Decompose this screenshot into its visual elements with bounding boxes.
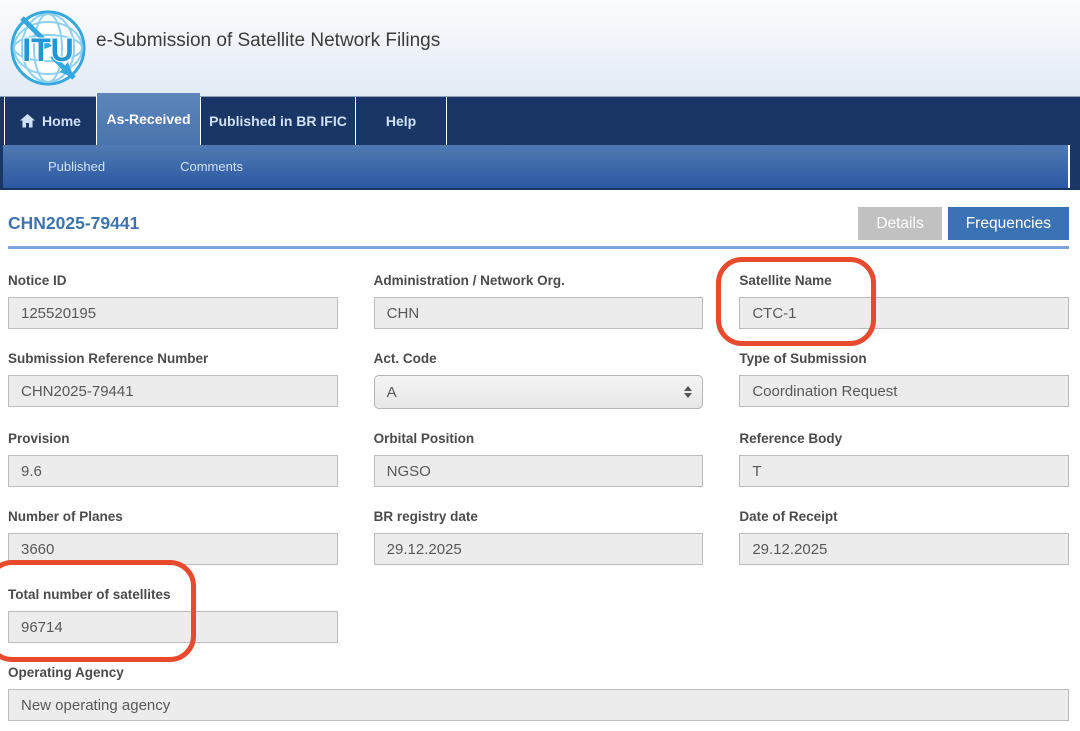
title-separator bbox=[8, 246, 1069, 249]
operating-agency-input[interactable] bbox=[8, 689, 1069, 721]
field-operating-agency: Operating Agency bbox=[8, 665, 1069, 721]
page-title: CHN2025-79441 bbox=[8, 213, 139, 234]
app-title: e-Submission of Satellite Network Filing… bbox=[96, 30, 440, 52]
home-icon bbox=[20, 114, 35, 128]
field-label: Date of Receipt bbox=[739, 509, 1069, 524]
field-label: Orbital Position bbox=[374, 431, 704, 446]
svg-text:ITU: ITU bbox=[22, 32, 74, 68]
orbital-position-input[interactable] bbox=[374, 455, 704, 487]
type-of-submission-input[interactable] bbox=[739, 375, 1069, 407]
field-reference-body: Reference Body bbox=[739, 431, 1069, 487]
notice-id-input[interactable] bbox=[8, 297, 338, 329]
satellite-name-input[interactable] bbox=[739, 297, 1069, 329]
app-header: ITU e-Submission of Satellite Network Fi… bbox=[0, 0, 1080, 97]
field-label: Operating Agency bbox=[8, 665, 1069, 680]
field-label: Type of Submission bbox=[739, 351, 1069, 366]
tab-help[interactable]: Help bbox=[355, 97, 447, 145]
sub-nav-panel: Published Comments bbox=[3, 145, 1070, 188]
field-number-of-planes: Number of Planes bbox=[8, 509, 338, 565]
tab-label: Home bbox=[42, 113, 81, 129]
action-buttons: Details Frequencies bbox=[858, 207, 1069, 240]
select-arrows-icon bbox=[684, 386, 692, 398]
tab-home[interactable]: Home bbox=[4, 97, 96, 145]
field-label: BR registry date bbox=[374, 509, 704, 524]
form-row: Operating Agency bbox=[8, 665, 1069, 721]
sub-nav: Published Comments bbox=[0, 145, 1080, 190]
form-row: Number of Planes BR registry date Date o… bbox=[8, 509, 1069, 565]
administration-input[interactable] bbox=[374, 297, 704, 329]
field-label: Satellite Name bbox=[739, 273, 1069, 288]
tab-label: Help bbox=[386, 113, 416, 129]
form-row: Submission Reference Number Act. Code A … bbox=[8, 351, 1069, 409]
act-code-value: A bbox=[387, 384, 397, 401]
field-label: Act. Code bbox=[374, 351, 704, 366]
field-label: Submission Reference Number bbox=[8, 351, 338, 366]
field-total-satellites: Total number of satellites bbox=[8, 587, 338, 643]
number-of-planes-input[interactable] bbox=[8, 533, 338, 565]
tab-published-in-br-ific[interactable]: Published in BR IFIC bbox=[200, 97, 355, 145]
details-button[interactable]: Details bbox=[858, 207, 941, 240]
field-label: Provision bbox=[8, 431, 338, 446]
form-row: Notice ID Administration / Network Org. … bbox=[8, 273, 1069, 329]
field-label: Total number of satellites bbox=[8, 587, 338, 602]
tab-label: As-Received bbox=[106, 111, 190, 127]
itu-logo: ITU bbox=[8, 8, 88, 88]
title-row: CHN2025-79441 Details Frequencies bbox=[8, 207, 1069, 240]
subnav-item-published[interactable]: Published bbox=[48, 159, 105, 174]
act-code-select[interactable]: A bbox=[374, 375, 704, 409]
content: CHN2025-79441 Details Frequencies Notice… bbox=[0, 207, 1080, 721]
field-label: Reference Body bbox=[739, 431, 1069, 446]
frequencies-button[interactable]: Frequencies bbox=[948, 207, 1069, 240]
field-administration: Administration / Network Org. bbox=[374, 273, 704, 329]
br-registry-date-input[interactable] bbox=[374, 533, 704, 565]
subnav-item-comments[interactable]: Comments bbox=[180, 159, 243, 174]
tab-as-received[interactable]: As-Received bbox=[96, 93, 200, 145]
field-label: Number of Planes bbox=[8, 509, 338, 524]
tab-label: Published in BR IFIC bbox=[209, 113, 347, 129]
nav-tabs: Home As-Received Published in BR IFIC He… bbox=[0, 97, 1080, 145]
form-row: Total number of satellites bbox=[8, 587, 1069, 643]
field-orbital-position: Orbital Position bbox=[374, 431, 704, 487]
field-satellite-name: Satellite Name bbox=[739, 273, 1069, 329]
field-type-of-submission: Type of Submission bbox=[739, 351, 1069, 409]
field-act-code: Act. Code A bbox=[374, 351, 704, 409]
form-row: Provision Orbital Position Reference Bod… bbox=[8, 431, 1069, 487]
date-of-receipt-input[interactable] bbox=[739, 533, 1069, 565]
field-provision: Provision bbox=[8, 431, 338, 487]
field-notice-id: Notice ID bbox=[8, 273, 338, 329]
field-label: Notice ID bbox=[8, 273, 338, 288]
field-submission-reference: Submission Reference Number bbox=[8, 351, 338, 409]
submission-reference-input[interactable] bbox=[8, 375, 338, 407]
field-date-of-receipt: Date of Receipt bbox=[739, 509, 1069, 565]
total-satellites-input[interactable] bbox=[8, 611, 338, 643]
app-window: ITU e-Submission of Satellite Network Fi… bbox=[0, 0, 1080, 731]
main-nav: Home As-Received Published in BR IFIC He… bbox=[0, 97, 1080, 145]
field-label: Administration / Network Org. bbox=[374, 273, 704, 288]
provision-input[interactable] bbox=[8, 455, 338, 487]
field-br-registry-date: BR registry date bbox=[374, 509, 704, 565]
reference-body-input[interactable] bbox=[739, 455, 1069, 487]
